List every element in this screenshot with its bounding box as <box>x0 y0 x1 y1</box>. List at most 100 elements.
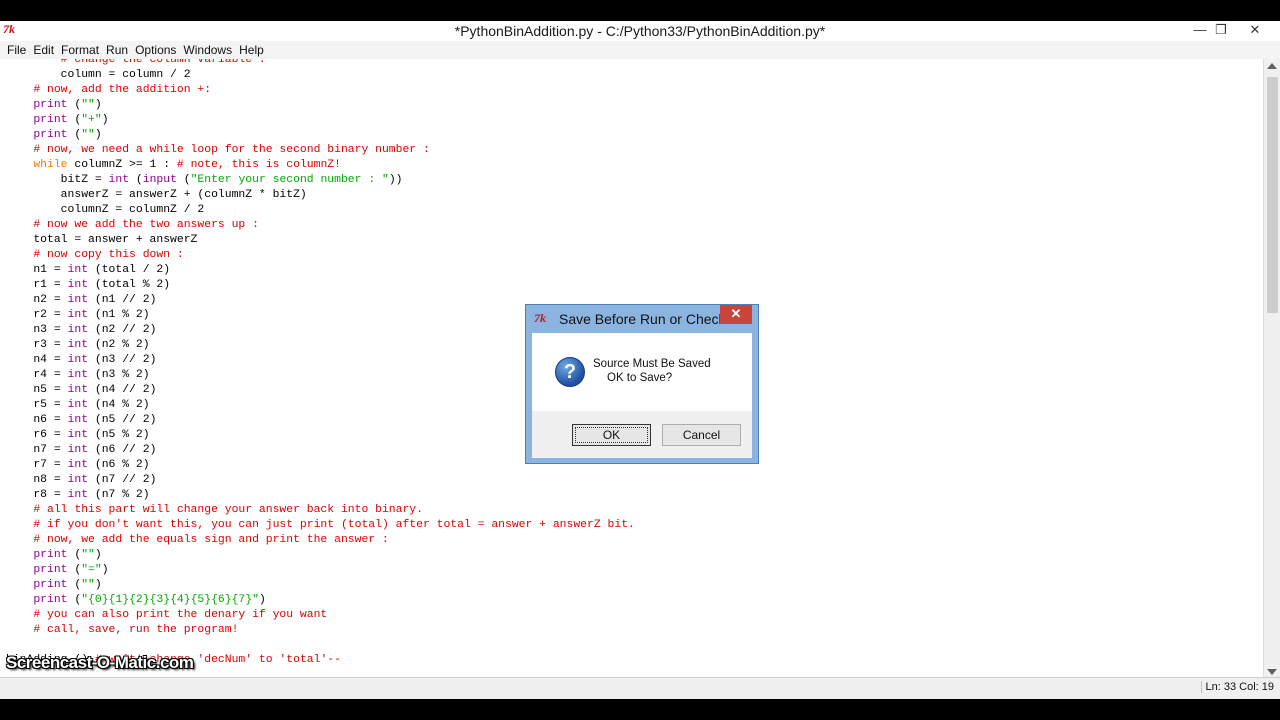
code-token: "" <box>81 549 95 561</box>
code-line[interactable]: # now we add the two answers up : <box>6 218 259 233</box>
scroll-up-arrow-icon[interactable] <box>1267 63 1277 69</box>
menu-bar: File Edit Format Run Options Windows Help <box>0 41 1280 59</box>
code-token: # call, save, run the program! <box>6 624 239 636</box>
code-line[interactable]: r4 = int (n3 % 2) <box>6 368 150 383</box>
maximize-button[interactable]: ❐ <box>1207 21 1235 39</box>
menu-options[interactable]: Options <box>135 41 176 59</box>
code-line[interactable]: print ("") <box>6 98 101 113</box>
code-token: "=" <box>81 564 102 576</box>
code-token: # now, we add the equals sign and print … <box>6 534 389 546</box>
code-token: print <box>33 564 68 576</box>
menu-windows[interactable]: Windows <box>183 41 232 59</box>
code-token: (n7 // 2) <box>88 474 157 486</box>
code-line[interactable]: # now, we need a while loop for the seco… <box>6 143 430 158</box>
code-line[interactable]: # now, add the addition +: <box>6 83 211 98</box>
code-token: int <box>67 414 89 426</box>
code-line[interactable]: r2 = int (n1 % 2) <box>6 308 150 323</box>
code-line[interactable]: r3 = int (n2 % 2) <box>6 338 149 353</box>
code-line[interactable]: print ("+") <box>6 113 108 128</box>
code-line[interactable]: n8 = int (n7 // 2) <box>6 473 156 488</box>
code-line[interactable]: print ("") <box>6 128 101 143</box>
code-token: (n4 % 2) <box>88 399 150 411</box>
ok-button[interactable]: OK <box>572 424 651 446</box>
code-line[interactable]: column = column / 2 <box>6 68 191 83</box>
code-line[interactable]: r1 = int (total % 2) <box>6 278 170 293</box>
code-token: (n1 % 2) <box>88 309 150 321</box>
code-line[interactable]: bitZ = int (input ("Enter your second nu… <box>6 173 403 188</box>
code-line[interactable]: n7 = int (n6 // 2) <box>6 443 156 458</box>
code-token: ) <box>94 579 102 591</box>
code-line[interactable]: total = answer + answerZ <box>6 233 197 248</box>
code-token: input <box>142 174 177 186</box>
code-token: # note, this is columnZ! <box>176 159 341 171</box>
scroll-thumb[interactable] <box>1267 77 1278 313</box>
code-token: (n6 % 2) <box>88 459 150 471</box>
cancel-button[interactable]: Cancel <box>662 424 741 446</box>
screencast-watermark: Screencast-O-Matic.com <box>6 653 194 672</box>
menu-file[interactable]: File <box>7 41 26 59</box>
code-line[interactable]: # if you don't want this, you can just p… <box>6 518 635 533</box>
code-token: (total / 2) <box>88 264 171 276</box>
code-line[interactable]: # call, save, run the program! <box>6 623 238 638</box>
code-line[interactable]: n6 = int (n5 // 2) <box>6 413 156 428</box>
code-token: print <box>33 129 68 141</box>
code-line[interactable]: r7 = int (n6 % 2) <box>6 458 150 473</box>
code-line[interactable]: # now, we add the equals sign and print … <box>6 533 389 548</box>
dialog-message-line1: Source Must Be Saved <box>593 358 711 370</box>
code-token: n4 = <box>6 354 68 366</box>
menu-format[interactable]: Format <box>61 41 99 59</box>
code-line[interactable]: columnZ = columnZ / 2 <box>6 203 205 218</box>
window-title: *PythonBinAddition.py - C:/Python33/Pyth… <box>454 23 826 39</box>
code-token: (n3 // 2) <box>88 354 157 366</box>
code-line[interactable]: # change the column variable : <box>6 59 266 68</box>
code-token: # change the column variable : <box>6 59 266 66</box>
code-line[interactable]: r8 = int (n7 % 2) <box>6 488 149 503</box>
dialog-close-button[interactable]: ✕ <box>720 305 752 324</box>
code-token: print <box>33 549 68 561</box>
code-line[interactable]: print ("{0}{1}{2}{3}{4}{5}{6}{7}") <box>6 593 265 608</box>
title-bar[interactable]: 7k *PythonBinAddition.py - C:/Python33/P… <box>0 21 1280 42</box>
scroll-down-arrow-icon[interactable] <box>1267 669 1277 675</box>
code-line[interactable]: n1 = int (total / 2) <box>6 263 170 278</box>
dialog-body: ? Source Must Be Saved OK to Save? <box>532 333 752 411</box>
code-token: ( <box>67 99 82 111</box>
code-line[interactable]: answerZ = answerZ + (columnZ * bitZ) <box>6 188 307 203</box>
code-line[interactable]: n3 = int (n2 // 2) <box>6 323 156 338</box>
code-token: n8 = <box>6 474 68 486</box>
code-token: print <box>33 114 68 126</box>
code-token: r1 = <box>6 279 68 291</box>
question-icon: ? <box>555 357 585 387</box>
code-line[interactable]: r5 = int (n4 % 2) <box>6 398 150 413</box>
code-line[interactable]: print ("") <box>6 578 102 593</box>
code-line[interactable]: n4 = int (n3 // 2) <box>6 353 156 368</box>
code-token: n2 = <box>6 294 68 306</box>
code-line[interactable]: # now copy this down : <box>6 248 183 263</box>
code-token: int <box>67 369 89 381</box>
code-token: # now we add the two answers up : <box>6 219 259 231</box>
code-line[interactable]: print ("") <box>6 548 101 563</box>
code-token: print <box>33 99 68 111</box>
close-button[interactable]: ✕ <box>1241 21 1269 39</box>
code-token: int <box>67 489 89 501</box>
code-token: r6 = <box>6 429 68 441</box>
code-token: # now, we need a while loop for the seco… <box>6 144 430 156</box>
code-line[interactable]: r6 = int (n5 % 2) <box>6 428 149 443</box>
code-line[interactable]: n2 = int (n1 // 2) <box>6 293 156 308</box>
vertical-scrollbar[interactable] <box>1263 59 1280 679</box>
code-line[interactable]: # all this part will change your answer … <box>6 503 423 518</box>
menu-edit[interactable]: Edit <box>33 41 54 59</box>
menu-run[interactable]: Run <box>106 41 128 59</box>
code-token: # all this part will change your answer … <box>6 504 423 516</box>
code-token: int <box>67 474 89 486</box>
menu-help[interactable]: Help <box>239 41 264 59</box>
code-line[interactable]: print ("=") <box>6 563 108 578</box>
code-line[interactable]: n5 = int (n4 // 2) <box>6 383 156 398</box>
code-line[interactable]: # you can also print the denary if you w… <box>6 608 327 623</box>
code-line[interactable]: while columnZ >= 1 : # note, this is col… <box>6 158 341 173</box>
code-token: int <box>108 174 130 186</box>
dialog-title-bar[interactable]: 7k Save Before Run or Check ✕ <box>526 305 758 332</box>
code-token: r8 = <box>6 489 68 501</box>
code-token: (n3 % 2) <box>88 369 150 381</box>
code-token: "" <box>81 579 95 591</box>
